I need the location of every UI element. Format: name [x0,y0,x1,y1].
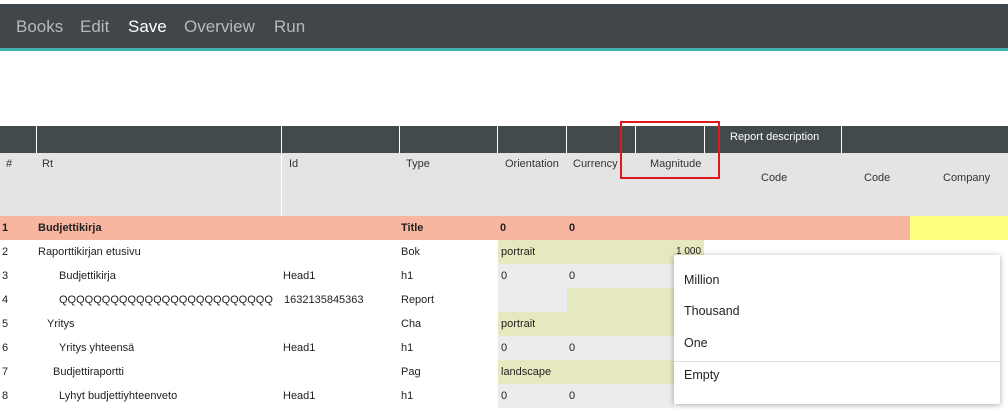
row-rt[interactable]: Yritys yhteensä [59,336,134,360]
row-orientation[interactable]: 0 [500,216,506,240]
row-num: 5 [2,318,9,330]
row-currency[interactable]: 0 [569,384,575,408]
row-orientation-cell[interactable] [498,288,567,312]
row-orientation[interactable]: portrait [501,240,535,264]
table-group-header: Report description [0,126,1008,153]
row-num: 4 [2,294,9,306]
magnitude-dropdown[interactable]: Million Thousand One Empty [674,255,1000,404]
row-num: 2 [2,246,9,258]
row-type[interactable]: h1 [401,336,413,360]
report-description-header: Report description [730,131,820,143]
row-num: 6 [2,342,9,354]
row-orientation[interactable]: 0 [501,336,507,360]
dropdown-option-thousand[interactable]: Thousand [684,304,740,318]
menu-overview[interactable]: Overview [184,17,255,37]
col-header-id[interactable]: Id [289,158,298,170]
row-id[interactable]: Head1 [283,264,315,288]
row-num: 1 [2,222,9,234]
col-header-code[interactable]: Code [761,172,787,184]
toolbar-area [0,51,1008,126]
row-type[interactable]: h1 [401,264,413,288]
menu-save[interactable]: Save [128,17,167,37]
menu-bar: Books Edit Save Overview Run [0,4,1008,51]
row-currency[interactable]: 0 [569,264,575,288]
row-orientation[interactable]: 0 [501,384,507,408]
dropdown-option-empty[interactable]: Empty [684,368,719,382]
row-orientation[interactable]: 0 [501,264,507,288]
row-orientation[interactable]: landscape [501,360,551,384]
table-column-header: # Rt Id Type Orientation Currency Magnit… [0,153,1008,217]
col-header-company[interactable]: Company [943,172,990,184]
row-type[interactable]: Bok [401,240,420,264]
row-currency-cell[interactable] [567,288,674,312]
row-type[interactable]: Title [401,216,423,240]
row-rt[interactable]: QQQQQQQQQQQQQQQQQQQQQQQQQ [59,288,277,312]
dropdown-option-one[interactable]: One [684,336,708,350]
row-id[interactable]: 1632135845363 [284,288,364,312]
row-num: 3 [2,270,9,282]
dropdown-option-million[interactable]: Million [684,273,719,287]
menu-edit[interactable]: Edit [80,17,109,37]
col-header-num[interactable]: # [6,158,12,170]
col-header-currency[interactable]: Currency [573,158,618,170]
row-rt[interactable]: Budjettikirja [59,264,116,288]
col-header-type[interactable]: Type [406,158,430,170]
row-num: 8 [2,390,9,402]
row-rt[interactable]: Raporttikirjan etusivu [38,240,141,264]
row-type[interactable]: Pag [401,360,421,384]
row-currency[interactable]: 0 [569,336,575,360]
row-orientation[interactable]: portrait [501,312,535,336]
row-rt[interactable]: Yritys [47,312,75,336]
row-num: 7 [2,366,9,378]
menu-books[interactable]: Books [16,17,63,37]
row-company-highlight[interactable] [910,216,1008,240]
col-header-rt[interactable]: Rt [42,158,53,170]
menu-run[interactable]: Run [274,17,305,37]
row-id[interactable]: Head1 [283,336,315,360]
row-currency[interactable]: 0 [569,216,575,240]
row-type[interactable]: h1 [401,384,413,408]
col-header-code-2[interactable]: Code [864,172,890,184]
row-id[interactable]: Head1 [283,384,315,408]
row-edit-area[interactable] [498,336,674,360]
row-rt[interactable]: Lyhyt budjettiyhteenveto [59,384,177,408]
col-header-orientation[interactable]: Orientation [505,158,559,170]
row-rt[interactable]: Budjettikirja [38,216,102,240]
row-type[interactable]: Report [401,288,434,312]
row-type[interactable]: Cha [401,312,421,336]
magnitude-highlight-callout [620,121,720,179]
row-rt[interactable]: Budjettiraportti [53,360,124,384]
dropdown-divider [674,361,1000,362]
row-edit-area[interactable] [498,264,674,288]
table-row[interactable]: 1 Budjettikirja Title 0 0 [0,216,1008,240]
row-edit-area[interactable] [498,384,674,408]
